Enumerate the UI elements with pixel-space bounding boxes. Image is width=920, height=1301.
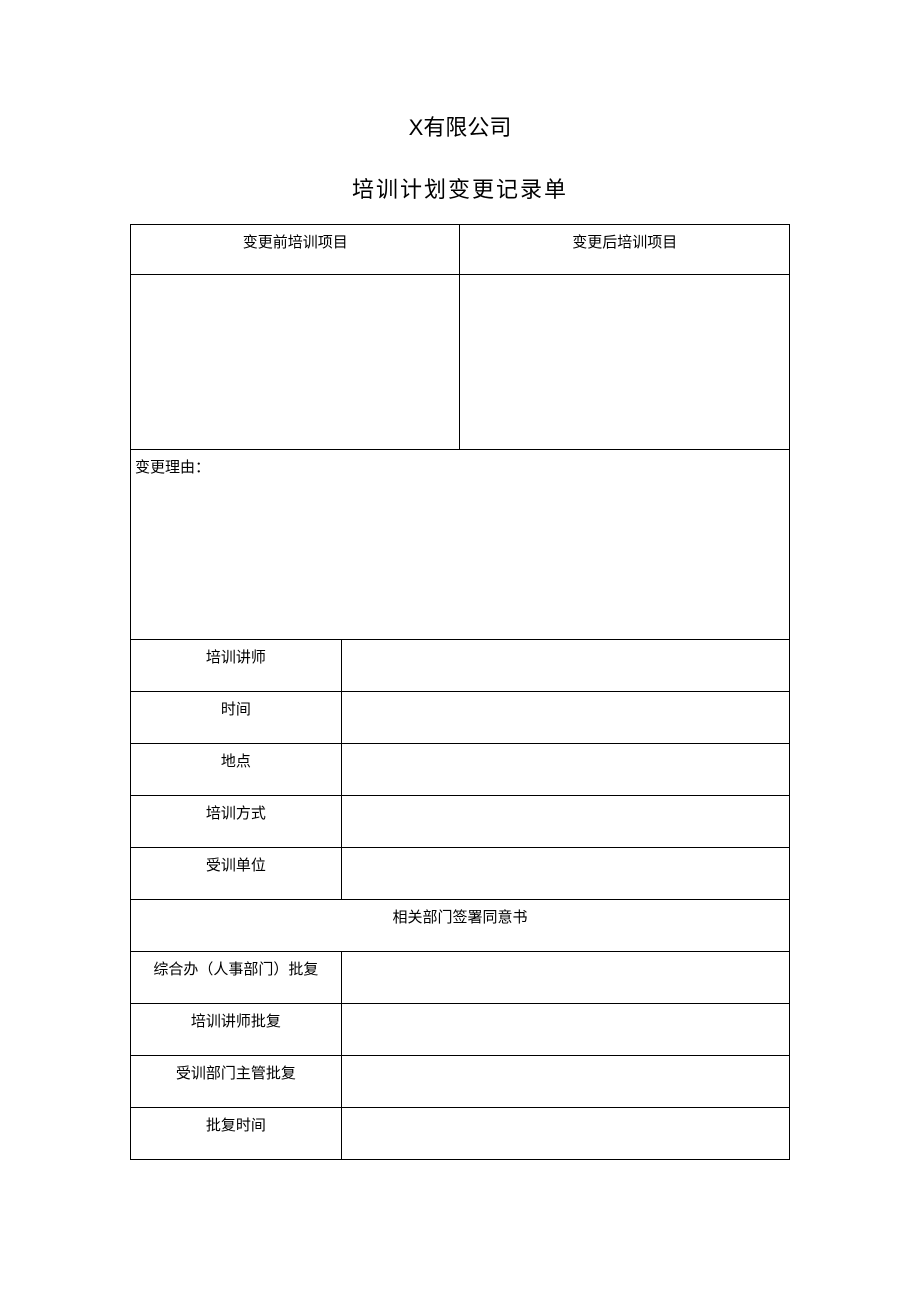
location-label: 地点 [131,744,342,796]
change-record-table: 变更前培训项目 变更后培训项目 变更理由： 培训讲师 时间 地点 培训方式 [130,224,790,1160]
trainee-row: 受训单位 [131,848,790,900]
content-row [131,275,790,450]
method-value [341,796,789,848]
hr-approval-row: 综合办（人事部门）批复 [131,952,790,1004]
instructor-value [341,640,789,692]
supervisor-approval-label: 受训部门主管批复 [131,1056,342,1108]
header-before: 变更前培训项目 [131,225,460,275]
document-page: X有限公司 培训计划变更记录单 变更前培训项目 变更后培训项目 变更理由： 培训… [0,0,920,1160]
instructor-row: 培训讲师 [131,640,790,692]
after-content [460,275,790,450]
company-name: X有限公司 [130,110,790,142]
header-after: 变更后培训项目 [460,225,790,275]
time-label: 时间 [131,692,342,744]
instructor-approval-value [341,1004,789,1056]
before-content [131,275,460,450]
reason-cell: 变更理由： [131,450,790,640]
supervisor-approval-value [341,1056,789,1108]
time-row: 时间 [131,692,790,744]
hr-approval-value [341,952,789,1004]
form-title: 培训计划变更记录单 [130,172,790,204]
header-row: 变更前培训项目 变更后培训项目 [131,225,790,275]
location-value [341,744,789,796]
supervisor-approval-row: 受训部门主管批复 [131,1056,790,1108]
method-label: 培训方式 [131,796,342,848]
trainee-label: 受训单位 [131,848,342,900]
instructor-label: 培训讲师 [131,640,342,692]
section-header: 相关部门签署同意书 [131,900,790,952]
instructor-approval-label: 培训讲师批复 [131,1004,342,1056]
location-row: 地点 [131,744,790,796]
reason-row: 变更理由： [131,450,790,640]
trainee-value [341,848,789,900]
time-value [341,692,789,744]
approval-time-row: 批复时间 [131,1108,790,1160]
instructor-approval-row: 培训讲师批复 [131,1004,790,1056]
reason-label: 变更理由： [135,460,210,476]
approval-time-value [341,1108,789,1160]
approval-time-label: 批复时间 [131,1108,342,1160]
method-row: 培训方式 [131,796,790,848]
section-header-row: 相关部门签署同意书 [131,900,790,952]
hr-approval-label: 综合办（人事部门）批复 [131,952,342,1004]
